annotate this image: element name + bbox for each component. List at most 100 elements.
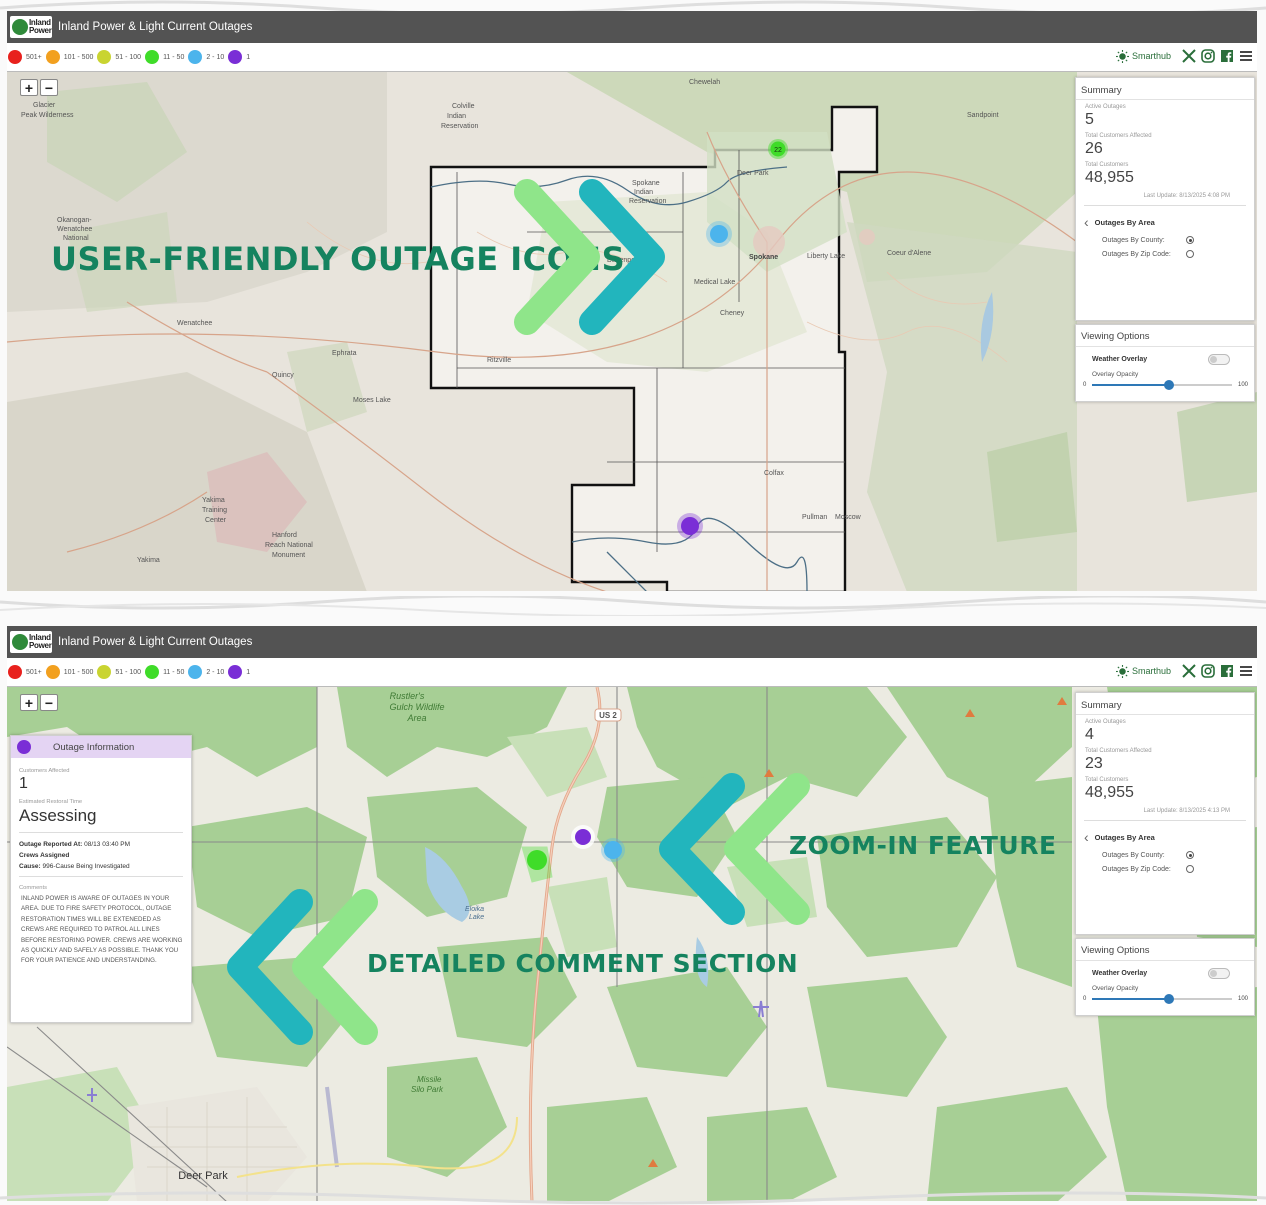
viewing-options-title: Viewing Options xyxy=(1076,939,1254,961)
stat-value: 5 xyxy=(1085,111,1094,128)
screenshot-collage: Inland Power Inland Power & Light Current… xyxy=(0,0,1266,1205)
zoom-controls: + − xyxy=(20,694,60,711)
legend-item-101-500: 101 - 500 xyxy=(45,665,94,679)
stat-value: 48,955 xyxy=(1085,169,1134,186)
legend-label: 11 - 50 xyxy=(163,53,185,61)
weather-overlay-toggle[interactable] xyxy=(1208,968,1230,979)
zoom-out-button[interactable]: − xyxy=(40,694,58,711)
overlay-opacity-slider-row: 0 100 xyxy=(1076,378,1254,390)
double-chevron-right-icon xyxy=(514,179,665,335)
instagram-icon[interactable] xyxy=(1201,664,1215,678)
outage-marker-blue[interactable] xyxy=(710,225,728,243)
map-label: Wenatchee xyxy=(177,320,212,327)
overlay-opacity-slider[interactable] xyxy=(1092,994,1232,1004)
county-radio[interactable] xyxy=(1186,851,1194,859)
cause-label: Cause: xyxy=(19,863,41,870)
comments-text: INLAND POWER IS AWARE OF OUTAGES IN YOUR… xyxy=(21,895,183,965)
slider-knob[interactable] xyxy=(1164,994,1175,1004)
map-label: Medical Lake xyxy=(694,279,735,286)
inland-power-logo[interactable]: Inland Power xyxy=(10,16,52,38)
overlay-opacity-slider-row: 0 100 xyxy=(1076,992,1254,1004)
regional-map[interactable]: Glacier Peak Wilderness Okanogan- Wenatc… xyxy=(7,71,1257,591)
purple-dot-icon xyxy=(228,50,243,64)
map-label: Colfax xyxy=(764,470,784,477)
cause-value: 996-Cause Being Investigated xyxy=(42,863,130,870)
outages-by-area-toggle[interactable]: ‹ Outages By Area xyxy=(1076,821,1254,845)
x-icon[interactable] xyxy=(1182,664,1196,678)
legend-label: 101 - 500 xyxy=(63,668,94,676)
legend-label: 1 xyxy=(246,668,251,676)
facebook-icon[interactable] xyxy=(1220,49,1234,63)
zoom-in-button[interactable]: + xyxy=(20,694,38,711)
legend-label: 2 - 10 xyxy=(206,53,225,61)
zoom-in-button[interactable]: + xyxy=(20,79,38,96)
slider-fill xyxy=(1092,384,1170,386)
summary-panel: Summary Active Outages 5 Total Customers… xyxy=(1075,77,1255,321)
by-county-option[interactable]: Outages By County: xyxy=(1076,230,1254,244)
smarthub-link[interactable]: Smarthub xyxy=(1115,49,1171,63)
x-icon[interactable] xyxy=(1182,49,1196,63)
header-links: Smarthub xyxy=(1115,49,1253,63)
legend-item-11-50: 11 - 50 xyxy=(145,50,184,64)
customers-affected-value: 1 xyxy=(19,775,28,792)
menu-icon[interactable] xyxy=(1239,664,1253,678)
legend-item-1: 1 xyxy=(228,665,250,679)
outages-by-area-label: Outages By Area xyxy=(1094,832,1155,842)
zip-radio[interactable] xyxy=(1186,250,1194,258)
weather-overlay-toggle[interactable] xyxy=(1208,354,1230,365)
map-label: Yakima xyxy=(202,497,225,504)
by-county-option[interactable]: Outages By County: xyxy=(1076,845,1254,859)
menu-icon[interactable] xyxy=(1239,49,1253,63)
outage-marker-green[interactable] xyxy=(527,850,547,870)
restoral-time-label: Estimated Restoral Time xyxy=(19,799,83,805)
logo-mark-icon xyxy=(12,634,28,650)
outages-by-area-toggle[interactable]: ‹ Outages By Area xyxy=(1076,206,1254,230)
stat-label: Total Customers xyxy=(1085,162,1129,168)
by-zip-option[interactable]: Outages By Zip Code: xyxy=(1076,859,1254,873)
customers-affected-stat: Total Customers Affected 26 xyxy=(1076,129,1254,158)
legend-item-501-plus: 501+ xyxy=(8,50,42,64)
outage-size-legend: 501+ 101 - 500 51 - 100 11 - 50 2 - 10 1 xyxy=(8,665,254,679)
county-radio[interactable] xyxy=(1186,236,1194,244)
overlay-opacity-slider[interactable] xyxy=(1092,380,1232,390)
outage-info-title: Outage Information xyxy=(53,741,135,753)
inland-power-logo[interactable]: Inland Power xyxy=(10,631,52,653)
slider-knob[interactable] xyxy=(1164,380,1175,390)
stat-value: 4 xyxy=(1085,726,1094,743)
zip-radio[interactable] xyxy=(1186,865,1194,873)
outage-size-legend: 501+ 101 - 500 51 - 100 11 - 50 2 - 10 1 xyxy=(8,50,254,64)
outage-marker-blue[interactable] xyxy=(604,841,622,859)
legend-item-51-100: 51 - 100 xyxy=(97,665,141,679)
zoomed-map-tiles: Rustler's Gulch Wildlife Area Eloika Lak… xyxy=(7,687,1257,1201)
outages-by-area-label: Outages By Area xyxy=(1094,217,1155,227)
active-outages-stat: Active Outages 4 xyxy=(1076,715,1254,744)
outage-marker-purple-selected[interactable] xyxy=(575,829,591,845)
zoom-out-button[interactable]: − xyxy=(40,79,58,96)
legend-label: 51 - 100 xyxy=(115,53,142,61)
legend-label: 101 - 500 xyxy=(63,53,94,61)
map-label: Silo Park xyxy=(411,1085,444,1094)
customers-affected-label: Customers Affected xyxy=(19,768,70,774)
zoomed-map[interactable]: Rustler's Gulch Wildlife Area Eloika Lak… xyxy=(7,686,1257,1201)
legend-item-2-10: 2 - 10 xyxy=(188,665,224,679)
facebook-icon[interactable] xyxy=(1220,664,1234,678)
map-label: Training xyxy=(202,507,227,514)
by-zip-option[interactable]: Outages By Zip Code: xyxy=(1076,244,1254,258)
callout-zoom-in: ZOOM-IN FEATURE xyxy=(789,831,1057,860)
map-label: Eloika xyxy=(465,906,484,913)
map-label: Reservation xyxy=(441,123,478,130)
app-header: Inland Power Inland Power & Light Current… xyxy=(7,11,1257,43)
map-label: Sandpoint xyxy=(967,112,999,119)
smarthub-link[interactable]: Smarthub xyxy=(1115,664,1171,678)
map-label: Gulch Wildlife xyxy=(390,702,445,712)
outage-marker-purple[interactable] xyxy=(681,517,699,535)
total-customers-stat: Total Customers 48,955 xyxy=(1076,158,1254,187)
weather-overlay-label: Weather Overlay xyxy=(1092,970,1148,977)
map-label: Yakima xyxy=(137,557,160,564)
radio-label: Outages By County: xyxy=(1102,851,1165,859)
legend-bar: 501+ 101 - 500 51 - 100 11 - 50 2 - 10 1… xyxy=(7,658,1257,686)
customers-affected-stat: Total Customers Affected 23 xyxy=(1076,744,1254,773)
weather-overlay-row: Weather Overlay xyxy=(1076,961,1254,979)
instagram-icon[interactable] xyxy=(1201,49,1215,63)
cluster-count-label: 22 xyxy=(774,147,782,154)
